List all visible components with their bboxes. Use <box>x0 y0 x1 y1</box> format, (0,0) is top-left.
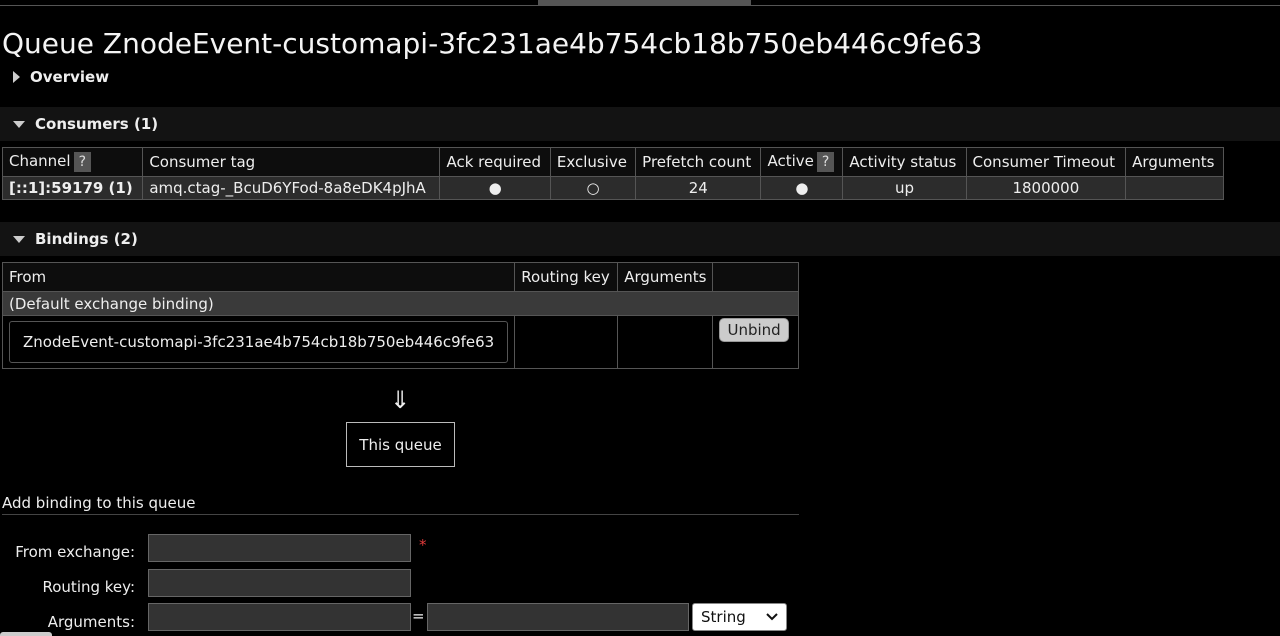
argument-type-value: String <box>701 608 746 626</box>
col-routing-key: Routing key <box>514 262 619 292</box>
collapse-icon <box>13 235 25 243</box>
col-consumer-tag: Consumer tag <box>142 147 441 177</box>
routing-key-label: Routing key: <box>42 578 136 596</box>
this-queue-box: This queue <box>346 422 455 467</box>
col-active-label: Active <box>767 152 814 170</box>
unbind-button[interactable]: Unbind <box>719 318 789 342</box>
top-border <box>0 5 1280 6</box>
section-consumers-label: Consumers (1) <box>35 115 159 133</box>
col-consumer-timeout: Consumer Timeout <box>965 147 1127 177</box>
activity-status: up <box>842 176 967 200</box>
required-marker: * <box>419 536 427 554</box>
active-tab-indicator <box>538 0 751 5</box>
col-channel-label: Channel <box>9 152 71 170</box>
consumers-header-row: Channel? Consumer tag Ack required Exclu… <box>1 147 1224 177</box>
divider <box>2 514 799 515</box>
col-exclusive: Exclusive <box>549 147 637 177</box>
routing-key-input[interactable] <box>148 569 411 597</box>
col-activity-status: Activity status <box>842 147 967 177</box>
col-ack-required: Ack required <box>439 147 551 177</box>
consumers-table: Channel? Consumer tag Ack required Exclu… <box>1 147 1224 200</box>
add-binding-title: Add binding to this queue <box>2 494 196 512</box>
bottom-tab[interactable] <box>0 632 52 636</box>
section-bindings[interactable]: Bindings (2) <box>0 222 1280 256</box>
ack-required-indicator: ● <box>439 176 551 200</box>
page-title: Queue ZnodeEvent-customapi-3fc231ae4b754… <box>2 27 983 60</box>
section-overview[interactable]: Overview <box>0 60 1280 94</box>
argument-key-input[interactable] <box>148 603 411 631</box>
equals-sign: = <box>412 607 425 625</box>
col-prefetch-count: Prefetch count <box>635 147 762 177</box>
from-exchange-label: From exchange: <box>15 543 135 561</box>
table-row: [::1]:59179 (1) amq.ctag-_BcuD6YFod-8a8e… <box>1 176 1224 200</box>
exclusive-indicator: ○ <box>549 176 637 200</box>
binding-actions-cell: Unbind <box>712 315 799 369</box>
collapse-icon <box>13 120 25 128</box>
expand-icon <box>13 71 20 83</box>
active-indicator: ● <box>760 176 844 200</box>
table-row: ZnodeEvent-customapi-3fc231ae4b754cb18b7… <box>1 315 799 369</box>
binding-from-cell: ZnodeEvent-customapi-3fc231ae4b754cb18b7… <box>1 315 516 369</box>
consumer-tag: amq.ctag-_BcuD6YFod-8a8eDK4pJhA <box>142 176 441 200</box>
help-icon[interactable]: ? <box>73 152 92 172</box>
help-icon[interactable]: ? <box>816 152 835 172</box>
bindings-header-row: From Routing key Arguments <box>1 262 799 292</box>
col-channel: Channel? <box>1 147 144 177</box>
binding-routing-key <box>514 315 619 369</box>
channel-link[interactable]: [::1]:59179 (1) <box>1 176 144 200</box>
col-arguments: Arguments <box>1125 147 1224 177</box>
col-from: From <box>1 262 516 292</box>
binding-exchange[interactable]: ZnodeEvent-customapi-3fc231ae4b754cb18b7… <box>9 321 509 363</box>
from-exchange-input[interactable] <box>148 534 411 562</box>
binding-arguments <box>617 315 714 369</box>
consumer-arguments <box>1125 176 1224 200</box>
section-consumers[interactable]: Consumers (1) <box>0 107 1280 141</box>
col-actions <box>712 262 799 292</box>
bindings-table: From Routing key Arguments (Default exch… <box>1 262 799 369</box>
section-overview-label: Overview <box>30 68 110 86</box>
col-active: Active? <box>760 147 844 177</box>
argument-type-select[interactable]: String <box>692 603 787 631</box>
chevron-down-icon <box>766 613 778 621</box>
section-bindings-label: Bindings (2) <box>35 230 138 248</box>
col-binding-arguments: Arguments <box>617 262 714 292</box>
argument-value-input[interactable] <box>427 603 689 631</box>
default-binding-row: (Default exchange binding) <box>2 291 799 316</box>
default-binding-label: (Default exchange binding) <box>2 291 799 316</box>
arguments-label: Arguments: <box>47 613 135 631</box>
consumer-timeout: 1800000 <box>965 176 1127 200</box>
prefetch-count: 24 <box>635 176 762 200</box>
down-arrow-icon: ⇓ <box>390 386 411 414</box>
